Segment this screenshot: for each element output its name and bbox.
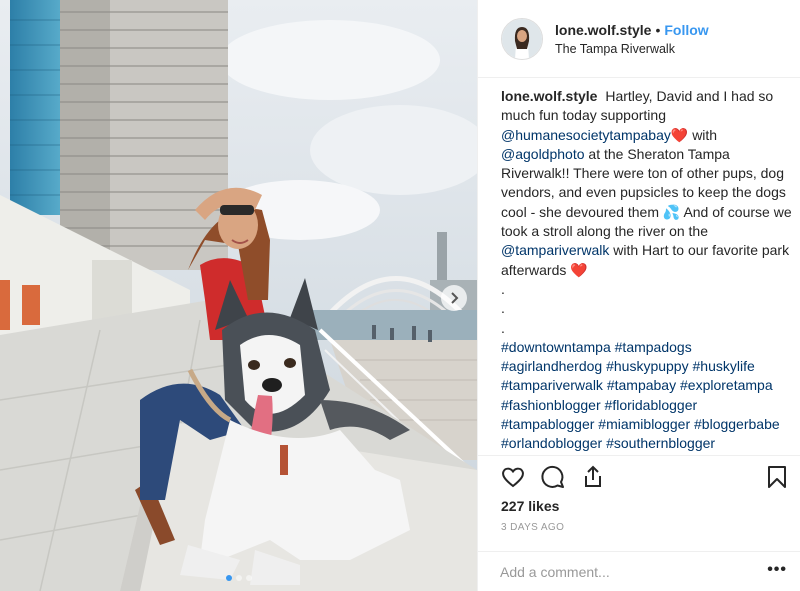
hashtag-link[interactable]: #huskylife	[693, 358, 755, 374]
caption-dot: .	[501, 280, 505, 297]
heart-emoji-icon: ❤️	[570, 261, 588, 278]
carousel-dot	[245, 575, 252, 581]
photo-illustration	[0, 0, 477, 591]
avatar[interactable]	[501, 17, 543, 60]
hashtag-list: #downtowntampa #tampadogs #agirlandherdo…	[501, 338, 793, 455]
heart-emoji-icon: ❤️	[670, 126, 689, 143]
hashtag-link[interactable]: #tampadogs	[615, 339, 692, 355]
username-link[interactable]: lone.wolf.style	[555, 22, 651, 38]
mention-link[interactable]: @agoldphoto	[501, 146, 585, 162]
separator-dot: •	[655, 22, 661, 38]
hashtag-link[interactable]: #bloggerbabe	[694, 416, 780, 432]
hashtag-link[interactable]: #tampabay	[607, 377, 676, 393]
hashtag-link[interactable]: #agirlandherdog	[501, 358, 602, 374]
share-icon	[585, 465, 601, 487]
comment-button[interactable]	[540, 464, 566, 490]
share-button[interactable]	[580, 464, 606, 490]
instagram-post: lone.wolf.style • Follow The Tampa Riverwa…	[0, 0, 800, 591]
carousel-dot	[235, 575, 242, 581]
likes-count[interactable]: 227 likes	[501, 498, 559, 514]
post-header: lone.wolf.style • Follow The Tampa Riverwa…	[478, 0, 800, 78]
sweat-droplets-emoji-icon: 💦	[662, 203, 681, 220]
hashtag-link[interactable]: #huskypuppy	[606, 358, 689, 374]
save-button[interactable]	[764, 464, 790, 490]
next-photo-button[interactable]	[441, 285, 467, 311]
comment-box: •••	[478, 551, 800, 591]
post-caption: lone.wolf.style Hartley, David and I had…	[501, 87, 793, 455]
post-timestamp[interactable]: 3 DAYS AGO	[501, 522, 564, 533]
post-sidebar: lone.wolf.style • Follow The Tampa Riverwa…	[477, 0, 800, 591]
like-button[interactable]	[500, 464, 526, 490]
comment-input[interactable]	[500, 561, 750, 583]
heart-icon	[502, 467, 524, 488]
mention-link[interactable]: @tampariverwalk	[501, 242, 609, 258]
hashtag-link[interactable]: #downtowntampa	[501, 339, 611, 355]
hashtag-link[interactable]: #floridablogger	[605, 397, 698, 413]
more-options-button[interactable]: •••	[767, 561, 787, 579]
hashtag-link[interactable]: #tampablogger	[501, 416, 594, 432]
hashtag-link[interactable]: #miamiblogger	[598, 416, 690, 432]
carousel-indicator	[0, 575, 477, 581]
caption-dot: .	[501, 319, 505, 336]
hashtag-link[interactable]: #exploretampa	[680, 377, 773, 393]
bookmark-icon	[768, 466, 786, 488]
profile-photo-icon	[502, 18, 542, 59]
caption-username[interactable]: lone.wolf.style	[501, 88, 597, 104]
carousel-dot	[225, 575, 232, 581]
location-link[interactable]: The Tampa Riverwalk	[555, 42, 709, 56]
follow-button[interactable]: Follow	[664, 22, 708, 38]
hashtag-link[interactable]: #tampariverwalk	[501, 377, 603, 393]
comment-icon	[541, 465, 564, 488]
hashtag-link[interactable]: #orlandoblogger	[501, 435, 602, 451]
hashtag-link[interactable]: #fashionblogger	[501, 397, 601, 413]
hashtag-link[interactable]: #southernblogger	[606, 435, 715, 451]
caption-text: with	[692, 126, 718, 143]
mention-link[interactable]: @humanesocietytampabay	[501, 127, 671, 143]
post-photo[interactable]	[0, 0, 477, 591]
chevron-right-icon	[451, 292, 459, 304]
action-bar	[478, 455, 800, 496]
caption-dot: .	[501, 300, 505, 317]
